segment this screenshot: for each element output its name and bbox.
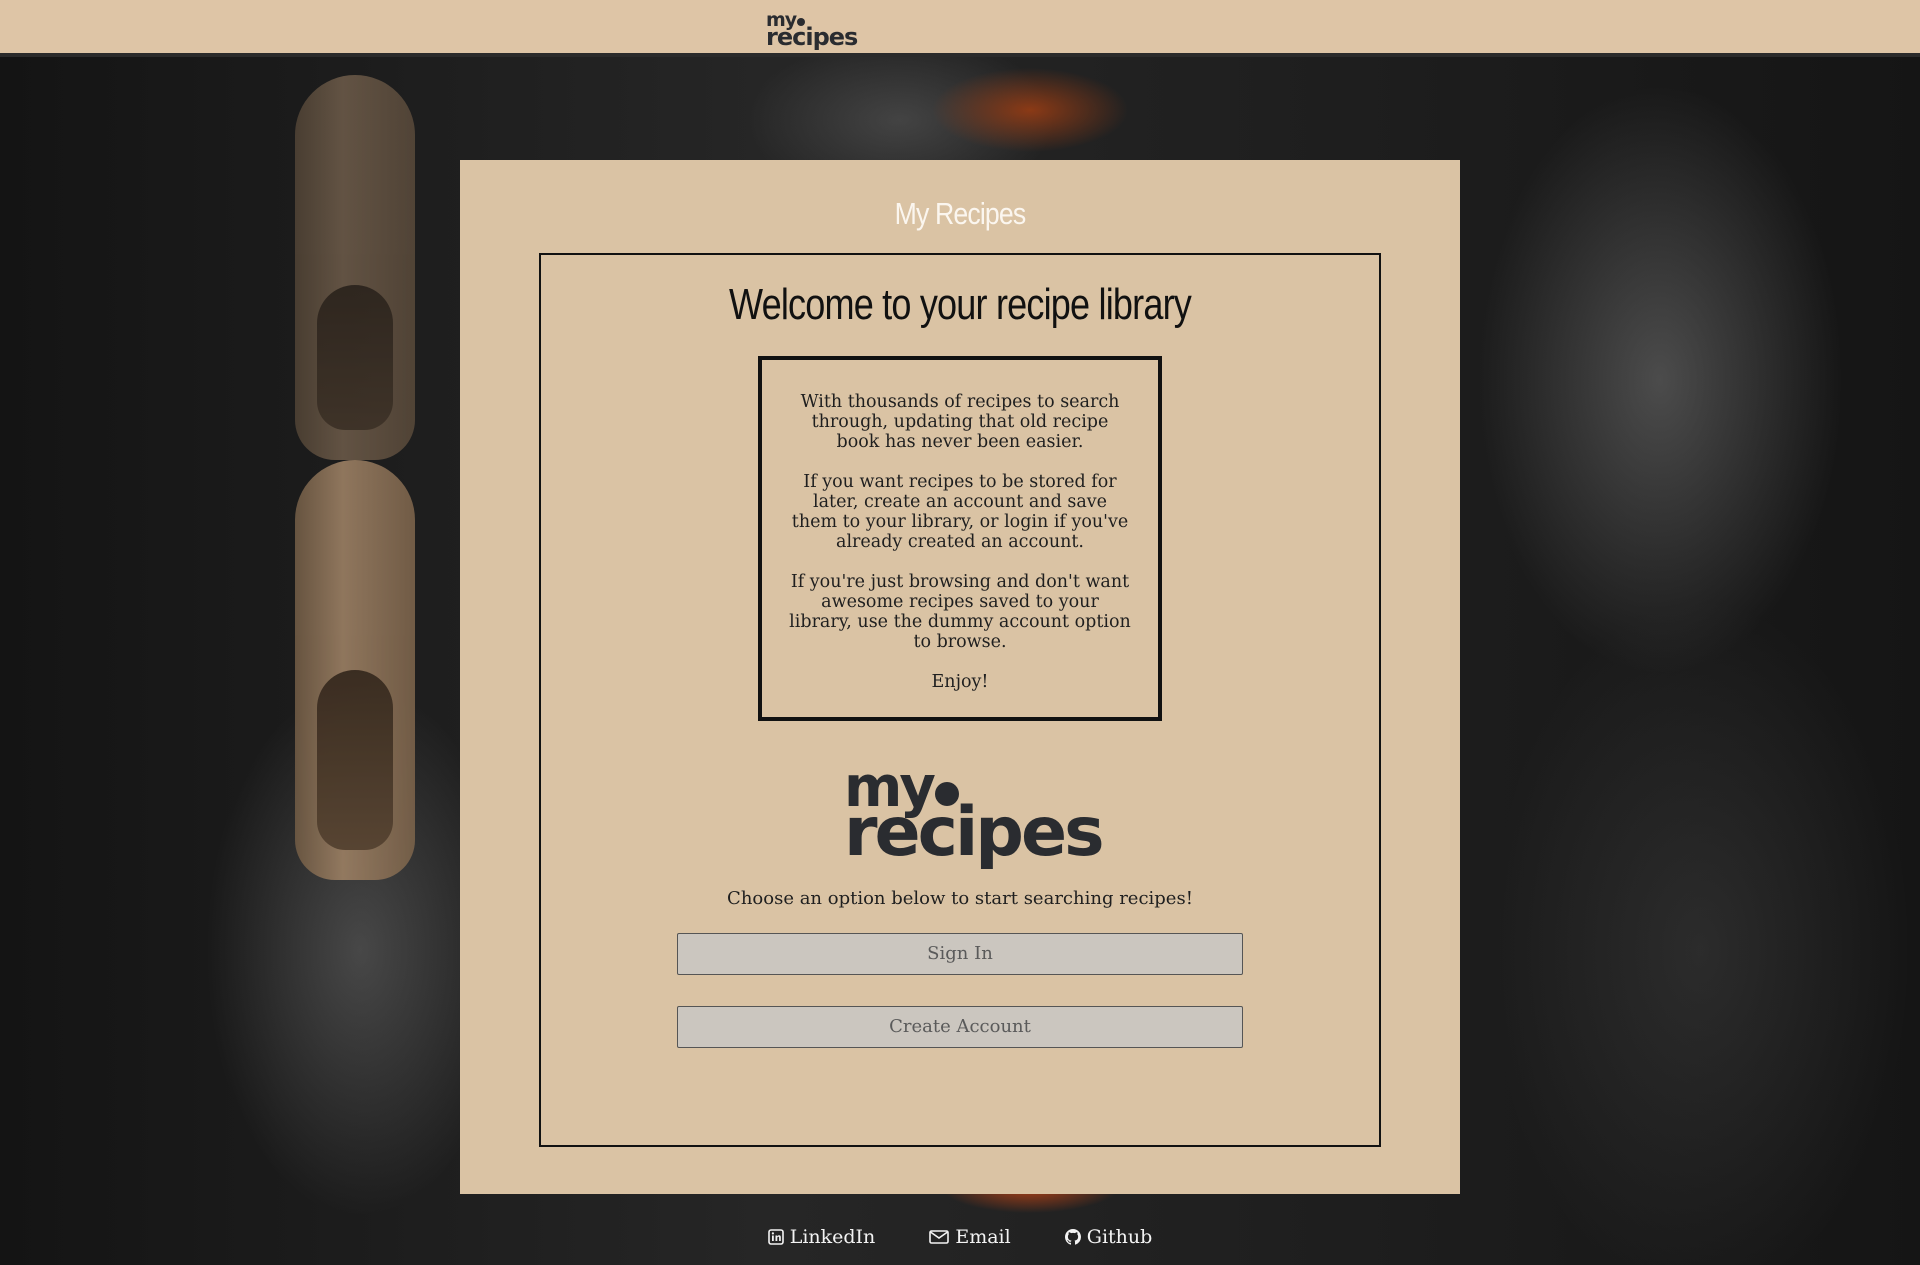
sign-in-button[interactable]: Sign In bbox=[677, 933, 1243, 975]
linkedin-icon bbox=[767, 1229, 784, 1245]
intro-paragraph: If you want recipes to be stored for lat… bbox=[791, 472, 1129, 552]
intro-paragraph: With thousands of recipes to search thro… bbox=[800, 392, 1120, 452]
wooden-scoop-decoration bbox=[295, 460, 415, 880]
intro-paragraph: Enjoy! bbox=[931, 672, 989, 692]
page-headline: Welcome to your recipe library bbox=[729, 280, 1192, 329]
card-title: My Recipes bbox=[894, 196, 1027, 231]
intro-text-box: With thousands of recipes to search thro… bbox=[758, 356, 1162, 721]
wooden-scoop-decoration bbox=[295, 75, 415, 460]
envelope-icon bbox=[929, 1230, 950, 1244]
intro-paragraph: If you're just browsing and don't want a… bbox=[789, 572, 1131, 652]
logo-text-recipes: recipes bbox=[844, 793, 1105, 872]
top-navbar: my recipes bbox=[0, 0, 1920, 57]
linkedin-label: LinkedIn bbox=[789, 1226, 876, 1248]
email-link[interactable]: Email bbox=[929, 1226, 1011, 1248]
email-label: Email bbox=[955, 1226, 1011, 1248]
choose-option-text: Choose an option below to start searchin… bbox=[727, 888, 1193, 909]
github-link[interactable]: Github bbox=[1064, 1226, 1153, 1248]
main-logo: my recipes bbox=[844, 760, 1105, 872]
linkedin-link[interactable]: LinkedIn bbox=[767, 1226, 876, 1248]
github-label: Github bbox=[1086, 1226, 1153, 1248]
github-icon bbox=[1064, 1229, 1081, 1245]
header-logo[interactable]: my recipes bbox=[766, 11, 858, 51]
logo-text-recipes: recipes bbox=[766, 23, 858, 51]
create-account-button[interactable]: Create Account bbox=[677, 1006, 1243, 1048]
footer-links: LinkedIn Email Github bbox=[0, 1226, 1920, 1250]
